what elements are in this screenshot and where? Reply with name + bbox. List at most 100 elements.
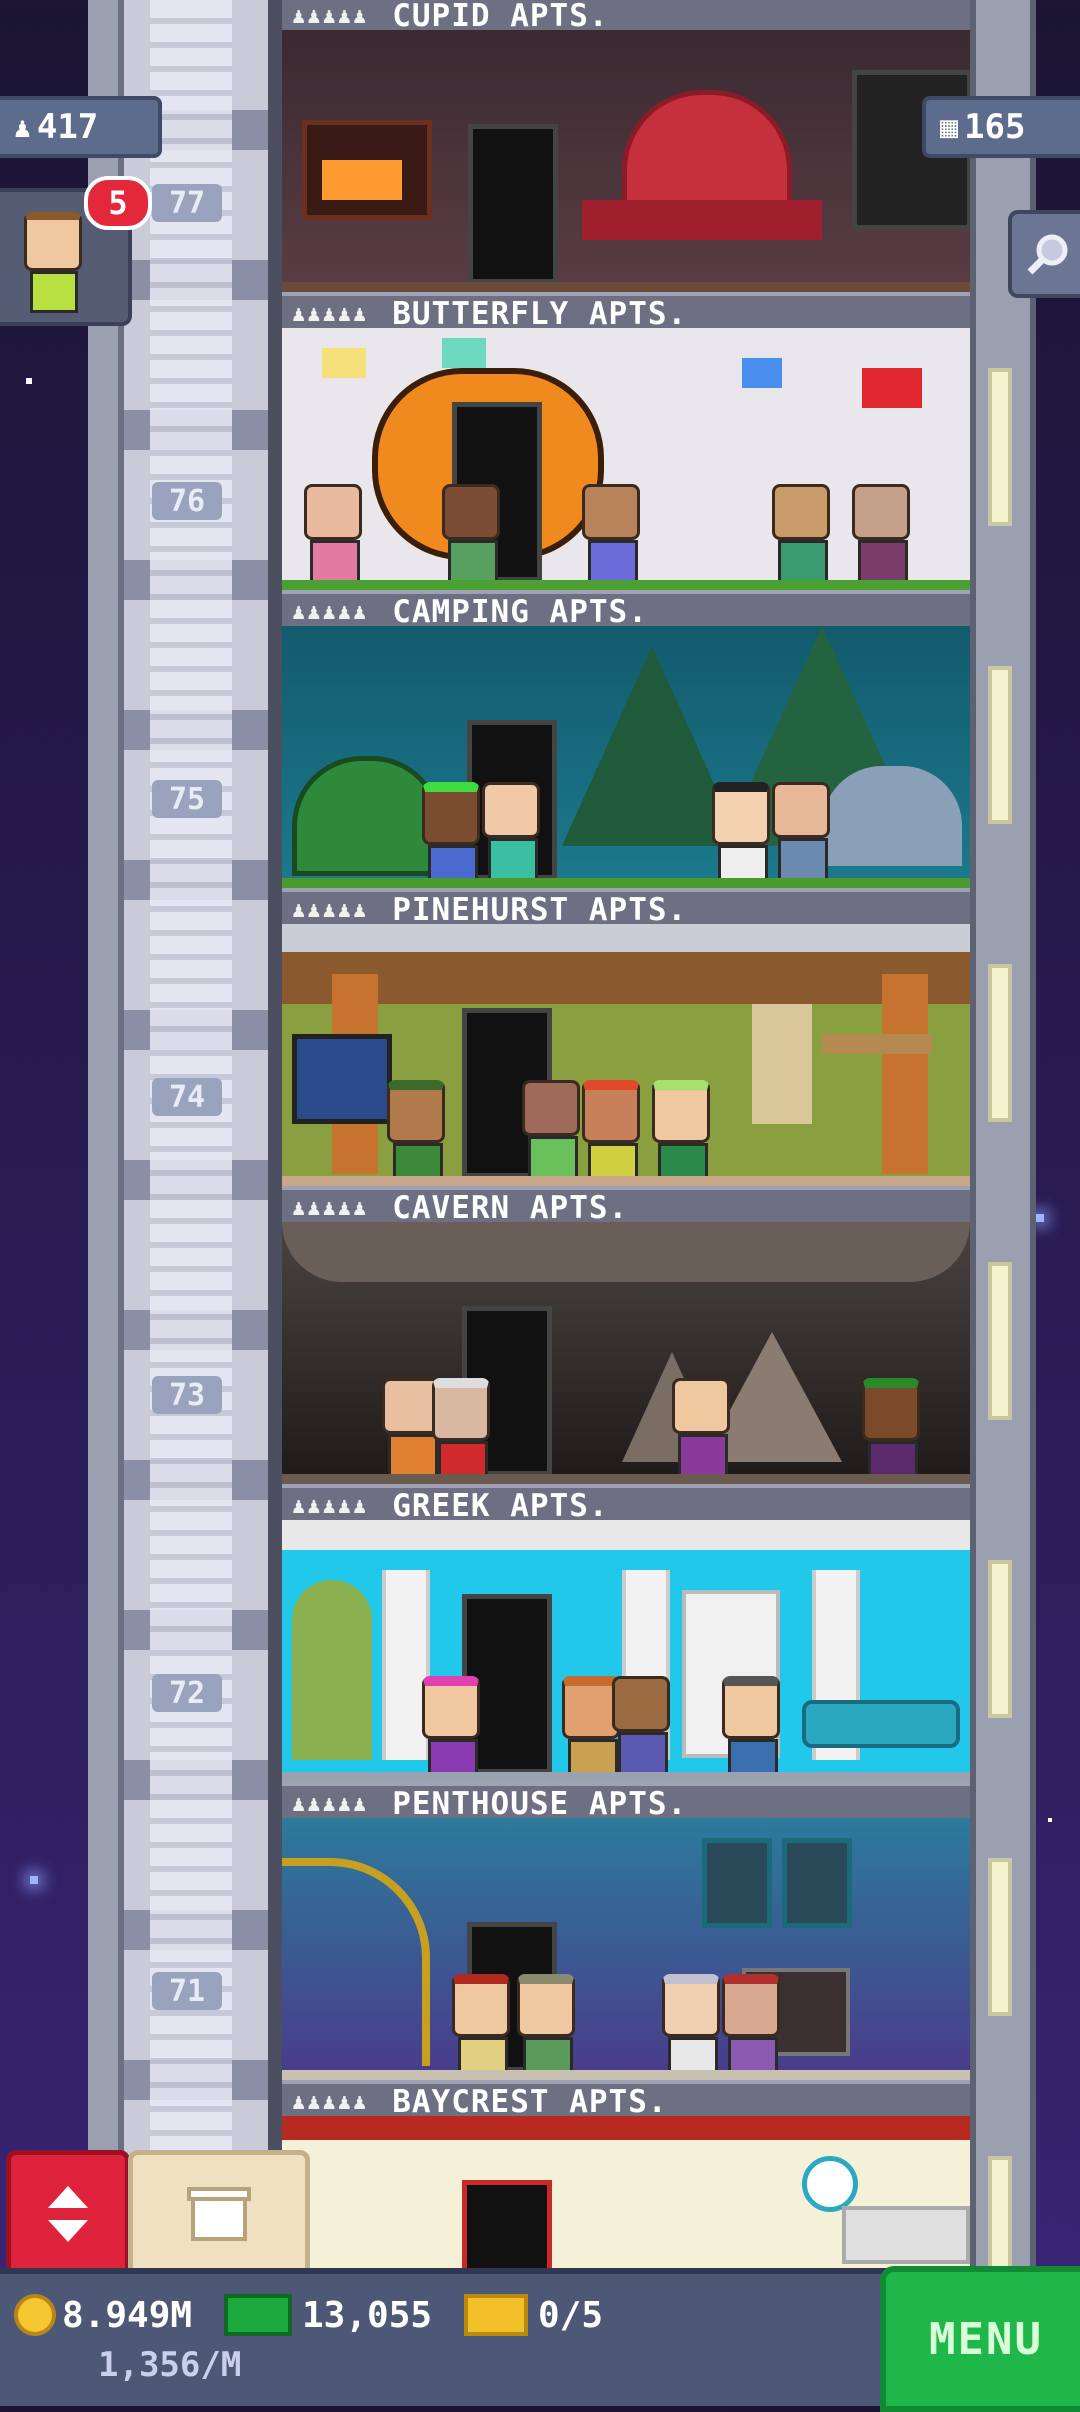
- floor-name: PINEHURST APTS.: [392, 892, 688, 928]
- person-icon: ♟: [14, 110, 31, 144]
- ticket-balance[interactable]: 0/5: [464, 2294, 603, 2336]
- tenant[interactable]: [862, 1378, 920, 1484]
- window-light: [988, 1262, 1012, 1420]
- tenant[interactable]: [722, 1676, 780, 1782]
- coin-balance[interactable]: 8.949M: [14, 2294, 192, 2336]
- notification-badge[interactable]: 5: [84, 176, 152, 230]
- floor-number: 77: [152, 184, 222, 222]
- floor-name: CAVERN APTS.: [392, 1190, 629, 1226]
- floor-pinehurst[interactable]: ♟♟♟♟♟ PINEHURST APTS.: [282, 888, 970, 1186]
- floor-baycrest[interactable]: ♟♟♟♟♟ BAYCREST APTS.: [282, 2080, 970, 2270]
- room: [282, 626, 970, 888]
- tenant[interactable]: [517, 1974, 575, 2080]
- room: [282, 1520, 970, 1782]
- tenant[interactable]: [582, 484, 640, 586]
- floor-header: ♟♟♟♟♟ CAVERN APTS.: [282, 1186, 970, 1226]
- building-icon: ▦: [940, 109, 959, 145]
- rating-icon: ♟♟♟♟♟: [292, 599, 369, 625]
- build-icon: [187, 2187, 251, 2241]
- room: [282, 328, 970, 590]
- rating-icon: ♟♟♟♟♟: [292, 1791, 369, 1817]
- floor-name: CAMPING APTS.: [392, 594, 648, 630]
- floor-number: 75: [152, 780, 222, 818]
- floor-name: GREEK APTS.: [392, 1488, 609, 1524]
- floor-number: 76: [152, 482, 222, 520]
- tenant[interactable]: [712, 782, 770, 888]
- tenant[interactable]: [672, 1378, 730, 1480]
- coin-icon: [14, 2294, 56, 2336]
- avatar: [24, 212, 82, 313]
- room: [282, 1818, 970, 2080]
- tenant[interactable]: [422, 1676, 480, 1782]
- floor-header: ♟♟♟♟♟ CUPID APTS.: [282, 0, 970, 34]
- floor-penthouse[interactable]: ♟♟♟♟♟ PENTHOUSE APTS.: [282, 1782, 970, 2080]
- tenant[interactable]: [304, 484, 362, 586]
- population-counter[interactable]: ♟ 417: [0, 96, 162, 158]
- tenant[interactable]: [482, 782, 540, 884]
- floor-name: PENTHOUSE APTS.: [392, 1786, 688, 1822]
- build-button[interactable]: [128, 2150, 310, 2278]
- floor-count-value: 165: [964, 107, 1026, 147]
- floor-number: 71: [152, 1972, 222, 2010]
- search-button[interactable]: [1008, 210, 1080, 298]
- floor-header: ♟♟♟♟♟ PINEHURST APTS.: [282, 888, 970, 928]
- window-light: [988, 964, 1012, 1122]
- population-value: 417: [36, 107, 99, 147]
- door: [468, 124, 558, 284]
- room: [282, 924, 970, 1186]
- tenant[interactable]: [422, 782, 480, 888]
- elevator-button[interactable]: [6, 2150, 130, 2278]
- tenant[interactable]: [582, 1080, 640, 1186]
- elevator-arrows-icon: [48, 2186, 88, 2242]
- tenant[interactable]: [452, 1974, 510, 2080]
- search-icon: [1027, 234, 1068, 275]
- floor-cupid[interactable]: ♟♟♟♟♟ CUPID APTS.: [282, 0, 970, 292]
- tenant[interactable]: [562, 1676, 620, 1782]
- floor-number: 74: [152, 1078, 222, 1116]
- rating-icon: ♟♟♟♟♟: [292, 3, 369, 29]
- star: [1036, 1214, 1044, 1222]
- coin-value: 8.949M: [62, 2294, 193, 2336]
- floor-number: 72: [152, 1674, 222, 1712]
- floor-header: ♟♟♟♟♟ BAYCREST APTS.: [282, 2080, 970, 2120]
- menu-button[interactable]: MENU: [880, 2266, 1080, 2412]
- tenant[interactable]: [442, 484, 500, 586]
- tenant[interactable]: [387, 1080, 445, 1186]
- room: [282, 30, 970, 292]
- floor-header: ♟♟♟♟♟ BUTTERFLY APTS.: [282, 292, 970, 332]
- floor-camping[interactable]: ♟♟♟♟♟ CAMPING APTS.: [282, 590, 970, 888]
- floor-header: ♟♟♟♟♟ PENTHOUSE APTS.: [282, 1782, 970, 1822]
- tenant[interactable]: [772, 484, 830, 586]
- star: [30, 1876, 38, 1884]
- tenant[interactable]: [852, 484, 910, 586]
- tenant[interactable]: [772, 782, 830, 884]
- shaft-wall: [268, 0, 282, 2270]
- bux-balance[interactable]: 13,055: [224, 2294, 432, 2336]
- window-light: [988, 1858, 1012, 2016]
- rating-icon: ♟♟♟♟♟: [292, 1195, 369, 1221]
- floor-counter[interactable]: ▦ 165: [922, 96, 1080, 158]
- floor-butterfly[interactable]: ♟♟♟♟♟ BUTTERFLY APTS.: [282, 292, 970, 590]
- floor-cavern[interactable]: ♟♟♟♟♟ CAVERN APTS.: [282, 1186, 970, 1484]
- room: [282, 2116, 970, 2270]
- tenant[interactable]: [612, 1676, 670, 1778]
- coin-rate: 1,356/M: [98, 2345, 242, 2385]
- tenant[interactable]: [652, 1080, 710, 1186]
- elevator-cable: [150, 0, 232, 2270]
- window-light: [988, 368, 1012, 526]
- room: [282, 1222, 970, 1484]
- tenant[interactable]: [382, 1378, 440, 1480]
- tenant[interactable]: [662, 1974, 720, 2080]
- star: [26, 378, 32, 384]
- door: [462, 2180, 552, 2270]
- ticket-icon: [464, 2294, 528, 2336]
- tenant[interactable]: [722, 1974, 780, 2080]
- rating-icon: ♟♟♟♟♟: [292, 897, 369, 923]
- tenant[interactable]: [432, 1378, 490, 1484]
- floor-name: BAYCREST APTS.: [392, 2084, 668, 2120]
- floor-header: ♟♟♟♟♟ GREEK APTS.: [282, 1484, 970, 1524]
- floor-greek[interactable]: ♟♟♟♟♟ GREEK APTS.: [282, 1484, 970, 1782]
- tenant[interactable]: [522, 1080, 580, 1182]
- floor-header: ♟♟♟♟♟ CAMPING APTS.: [282, 590, 970, 630]
- ticket-value: 0/5: [538, 2294, 604, 2336]
